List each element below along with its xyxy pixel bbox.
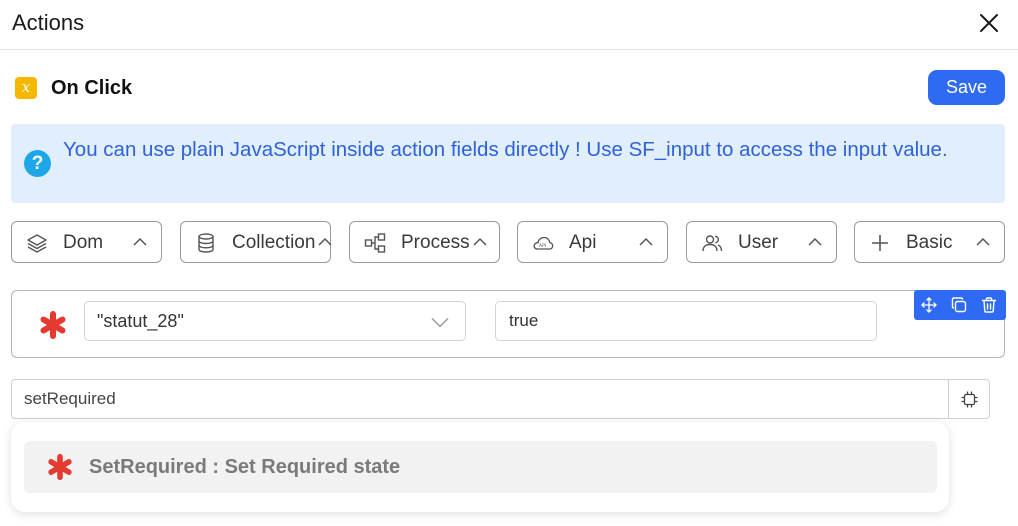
chip-button[interactable] — [948, 379, 990, 419]
info-text: You can use plain JavaScript inside acti… — [63, 138, 948, 161]
category-collection-button[interactable]: Collection — [180, 221, 332, 263]
method-search-input[interactable] — [11, 379, 949, 419]
action-card: "statut_28" — [11, 290, 1006, 358]
category-basic-button[interactable]: Basic — [854, 221, 1005, 263]
event-row: x On Click Save — [15, 70, 1005, 106]
chevron-up-icon — [318, 237, 332, 246]
duplicate-icon[interactable] — [950, 296, 968, 314]
value-input[interactable] — [495, 301, 877, 341]
users-icon — [702, 235, 723, 252]
flow-icon — [364, 233, 386, 253]
chevron-down-icon — [431, 317, 449, 328]
dropdown-option-setrequired[interactable]: SetRequired : Set Required state — [24, 441, 937, 493]
database-icon — [198, 233, 214, 253]
category-label: User — [738, 232, 779, 253]
event-label: On Click — [51, 77, 133, 99]
api-cloud-icon: API — [533, 236, 554, 250]
asterisk-required-icon — [48, 453, 72, 481]
save-button[interactable]: Save — [928, 70, 1005, 105]
asterisk-required-icon — [40, 311, 66, 339]
layers-icon — [27, 234, 47, 253]
category-dom-button[interactable]: Dom — [11, 221, 162, 263]
category-label: Process — [401, 232, 470, 253]
chevron-up-icon — [473, 237, 487, 246]
trash-icon[interactable] — [980, 296, 998, 314]
dialog-header: Actions — [0, 0, 1018, 50]
close-icon[interactable] — [978, 12, 1000, 34]
field-select[interactable]: "statut_28" — [84, 301, 466, 341]
chevron-up-icon — [808, 237, 822, 246]
svg-text:API: API — [539, 243, 546, 249]
category-api-button[interactable]: API Api — [517, 221, 668, 263]
dialog-title: Actions — [12, 10, 85, 35]
move-icon[interactable] — [920, 296, 938, 314]
cpu-chip-icon — [961, 391, 978, 408]
field-select-value: "statut_28" — [97, 311, 184, 331]
category-label: Basic — [906, 232, 953, 253]
chevron-up-icon — [639, 237, 653, 246]
function-icon: x — [15, 77, 37, 99]
category-user-button[interactable]: User — [686, 221, 837, 263]
action-toolbar — [914, 290, 1006, 320]
chevron-up-icon — [976, 237, 990, 246]
category-label: Api — [569, 232, 597, 253]
category-label: Dom — [63, 232, 104, 253]
dropdown-option-label: SetRequired : Set Required state — [89, 456, 401, 478]
category-process-button[interactable]: Process — [349, 221, 500, 263]
category-label: Collection — [232, 232, 316, 253]
method-dropdown: SetRequired : Set Required state — [11, 422, 949, 512]
question-icon: ? — [24, 150, 51, 177]
plus-icon — [872, 235, 888, 251]
info-banner: ? You can use plain JavaScript inside ac… — [11, 124, 1005, 203]
chevron-up-icon — [133, 237, 147, 246]
